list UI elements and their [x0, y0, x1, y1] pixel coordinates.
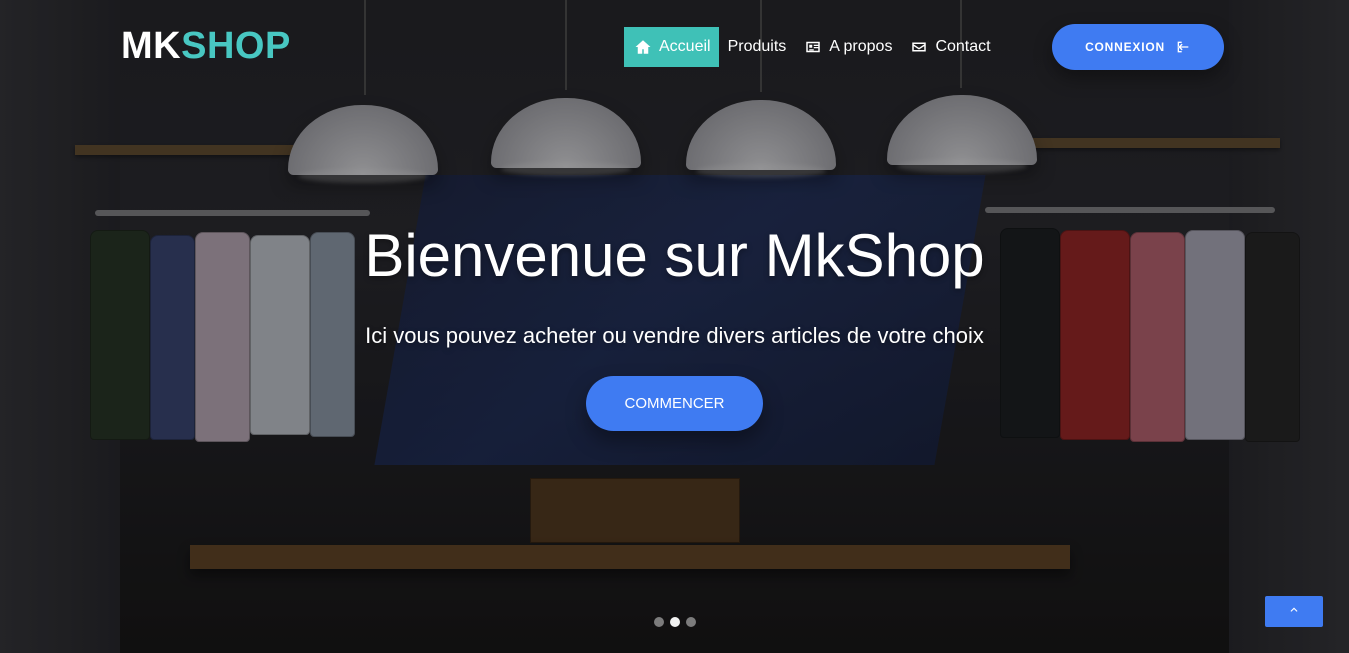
nav-item-a-propos[interactable]: A propos	[795, 27, 901, 67]
navbar: MK SHOP Accueil Produits A propos Contac…	[0, 0, 1349, 95]
home-icon	[634, 38, 652, 56]
nav-item-label: A propos	[829, 38, 893, 55]
hero-content: Bienvenue sur MkShop Ici vous pouvez ach…	[0, 220, 1349, 350]
carousel-dot-3[interactable]	[686, 617, 696, 627]
nav-item-label: Accueil	[659, 38, 711, 55]
nav-item-produits[interactable]: Produits	[719, 27, 796, 67]
login-button[interactable]: CONNEXION	[1052, 24, 1224, 70]
envelope-icon	[910, 38, 928, 56]
nav-item-label: Contact	[935, 38, 991, 55]
id-card-icon	[804, 38, 822, 56]
nav-item-contact[interactable]: Contact	[901, 27, 999, 67]
nav-item-accueil[interactable]: Accueil	[624, 27, 719, 67]
hero-subtitle: Ici vous pouvez acheter ou vendre divers…	[365, 323, 984, 348]
carousel-dot-1[interactable]	[654, 617, 664, 627]
main-nav: Accueil Produits A propos Contact	[624, 27, 1000, 67]
login-button-label: CONNEXION	[1085, 40, 1165, 54]
brand-logo-part-1: MK	[121, 25, 182, 67]
sign-in-icon	[1175, 39, 1191, 55]
brand-logo[interactable]: MK SHOP	[121, 24, 291, 68]
carousel-dot-2[interactable]	[670, 617, 680, 627]
start-button[interactable]: COMMENCER	[586, 376, 763, 431]
carousel-indicators	[654, 617, 696, 627]
chevron-up-icon	[1288, 603, 1300, 621]
hero-title: Bienvenue sur MkShop	[364, 222, 985, 289]
nav-item-label: Produits	[727, 38, 787, 55]
brand-logo-part-2: SHOP	[181, 25, 291, 67]
back-to-top-button[interactable]	[1265, 596, 1323, 627]
